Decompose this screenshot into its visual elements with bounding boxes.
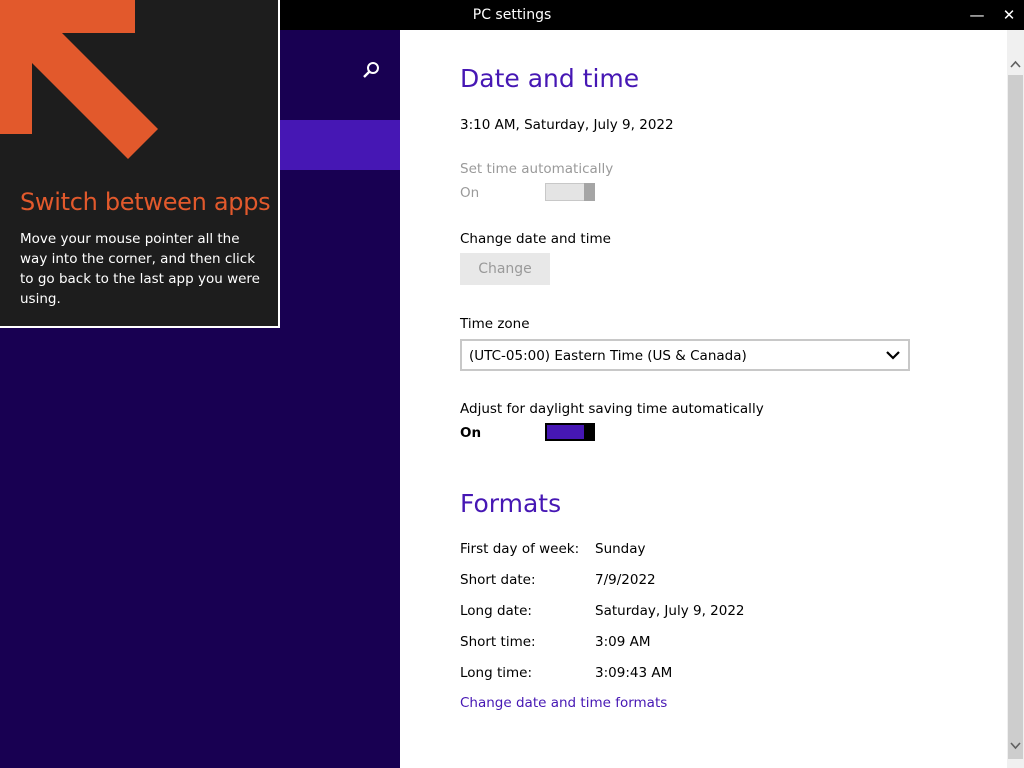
format-label: Short time: xyxy=(460,634,536,650)
tip-popup: Switch between apps Move your mouse poin… xyxy=(0,0,280,328)
time-zone-label: Time zone xyxy=(460,316,530,332)
minimize-button[interactable]: — xyxy=(964,4,990,26)
dst-state: On xyxy=(460,425,482,441)
arrow-up-left-icon xyxy=(0,0,158,159)
set-time-auto-toggle xyxy=(545,183,595,201)
format-value: 3:09 AM xyxy=(595,634,651,650)
vertical-scrollbar[interactable] xyxy=(1007,30,1024,768)
dst-toggle[interactable] xyxy=(545,423,595,441)
tip-body: Move your mouse pointer all the way into… xyxy=(20,231,260,307)
settings-content: Date and time 3:10 AM, Saturday, July 9,… xyxy=(400,30,1007,768)
format-label: First day of week: xyxy=(460,541,580,557)
scroll-up-icon[interactable] xyxy=(1007,56,1024,73)
time-zone-value: (UTC-05:00) Eastern Time (US & Canada) xyxy=(469,348,747,364)
tip-title: Switch between apps xyxy=(20,188,271,216)
change-button: Change xyxy=(460,253,550,285)
scroll-down-icon[interactable] xyxy=(1007,737,1024,754)
current-date-time: 3:10 AM, Saturday, July 9, 2022 xyxy=(460,117,674,133)
search-icon[interactable] xyxy=(360,60,382,82)
scroll-thumb[interactable] xyxy=(1008,75,1023,759)
change-date-time-label: Change date and time xyxy=(460,231,611,247)
set-time-auto-state: On xyxy=(460,185,480,201)
formats-heading: Formats xyxy=(460,489,562,518)
dst-label: Adjust for daylight saving time automati… xyxy=(460,401,764,417)
close-button[interactable]: ✕ xyxy=(996,4,1022,26)
time-zone-dropdown[interactable]: (UTC-05:00) Eastern Time (US & Canada) xyxy=(460,339,910,371)
format-label: Short date: xyxy=(460,572,536,588)
format-label: Long date: xyxy=(460,603,532,619)
format-label: Long time: xyxy=(460,665,533,681)
set-time-auto-label: Set time automatically xyxy=(460,161,614,177)
format-value: 7/9/2022 xyxy=(595,572,656,588)
change-formats-link[interactable]: Change date and time formats xyxy=(460,695,667,711)
chevron-down-icon xyxy=(886,351,900,360)
format-value: 3:09:43 AM xyxy=(595,665,673,681)
date-time-heading: Date and time xyxy=(460,64,640,93)
format-value: Sunday xyxy=(595,541,646,557)
format-value: Saturday, July 9, 2022 xyxy=(595,603,745,619)
